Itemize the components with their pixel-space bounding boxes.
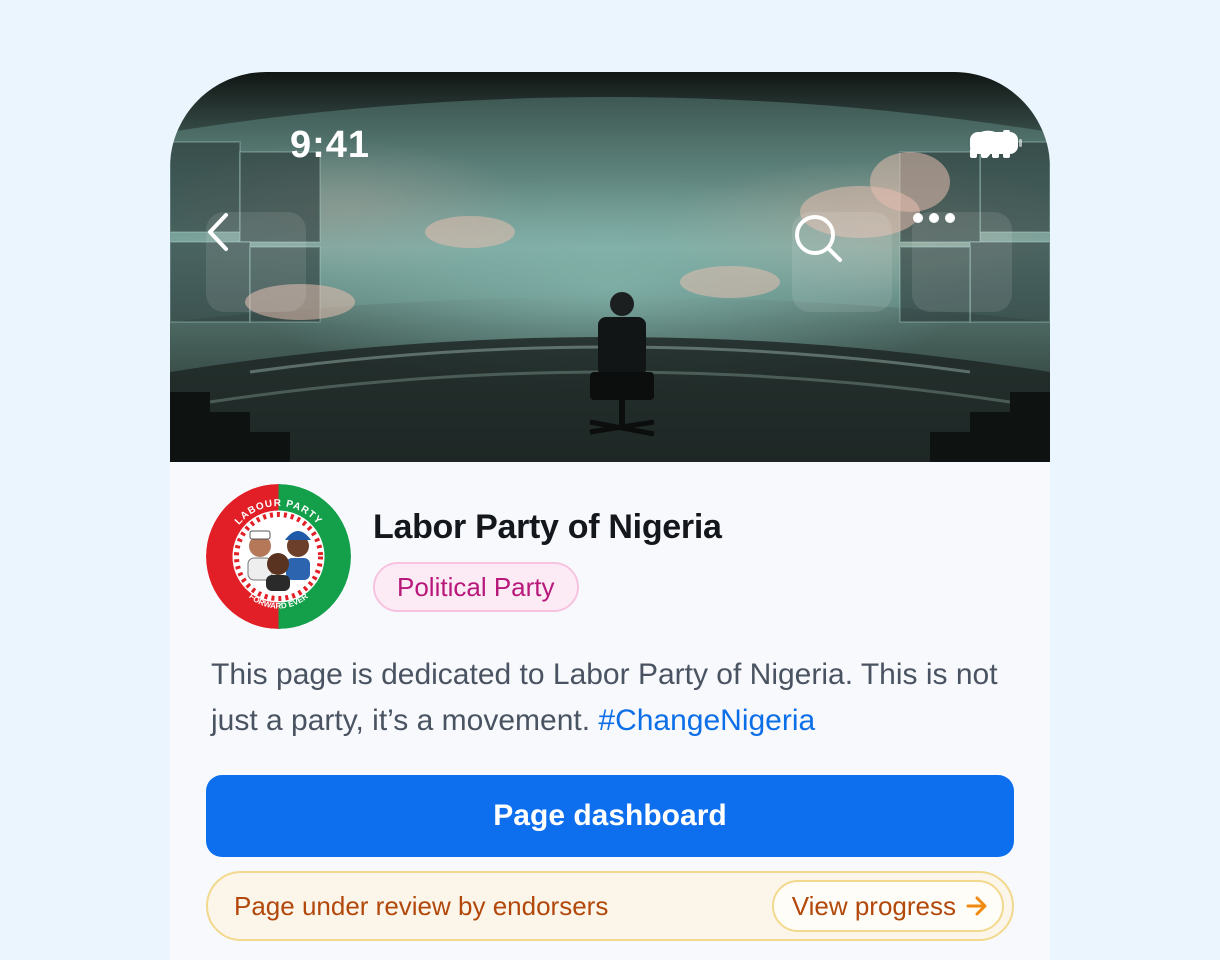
status-time: 9:41 xyxy=(290,124,371,166)
cover-image: 9:41 xyxy=(170,72,1050,462)
battery-icon xyxy=(970,132,1022,154)
view-progress-button[interactable]: View progress xyxy=(771,880,1004,932)
more-button[interactable] xyxy=(912,212,1012,312)
view-progress-label: View progress xyxy=(791,890,956,921)
hashtag-link[interactable]: #ChangeNigeria xyxy=(598,704,815,737)
review-banner: Page under review by endorsers View prog… xyxy=(206,871,1014,941)
more-horizontal-icon xyxy=(913,213,955,223)
search-button[interactable] xyxy=(792,212,892,312)
party-logo-image: LABOUR PARTY FORWARD EVER xyxy=(206,484,351,629)
page-title: Labor Party of Nigeria xyxy=(373,508,722,546)
page-dashboard-button[interactable]: Page dashboard xyxy=(206,775,1014,857)
category-tag: Political Party xyxy=(373,562,579,612)
phone-screen: 9:41 LABOUR PARTY FORWARD EVER Labor Par… xyxy=(170,72,1050,960)
back-button[interactable] xyxy=(206,212,306,312)
arrow-right-icon xyxy=(966,896,987,916)
search-icon xyxy=(795,215,842,262)
party-logo: LABOUR PARTY FORWARD EVER xyxy=(206,484,351,629)
page-description: This page is dedicated to Labor Party of… xyxy=(211,652,1011,744)
chevron-left-icon xyxy=(208,213,228,251)
review-message: Page under review by endorsers xyxy=(234,891,609,921)
